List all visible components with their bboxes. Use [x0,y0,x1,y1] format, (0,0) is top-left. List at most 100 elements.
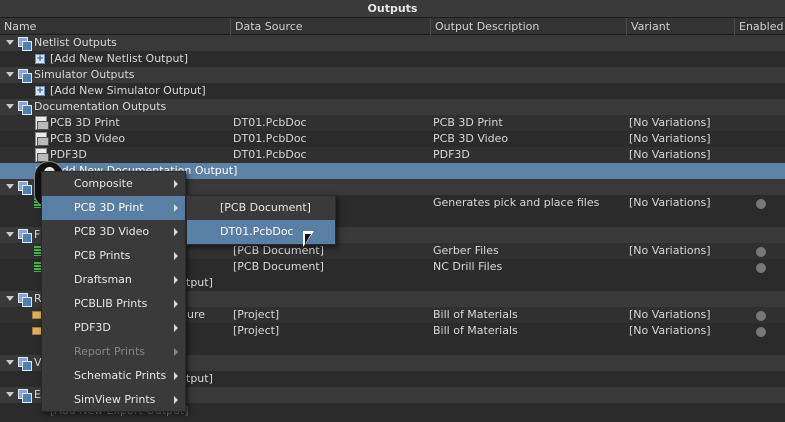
menu-item-label: PCB 3D Video [74,225,150,238]
mouse-pointer-icon [303,231,317,251]
menu-item-pcb-3d-print[interactable]: PCB 3D Print [42,196,185,220]
group-label: Simulator Outputs [34,68,135,81]
data-source-value[interactable]: [Project] [233,307,279,323]
expand-toggle-icon[interactable] [6,183,14,191]
output-group-icon [18,389,32,403]
data-source-value[interactable]: [PCB Document] [233,259,324,275]
group-row-simulator[interactable]: Simulator Outputs [0,67,785,83]
description-value: PCB 3D Video [433,132,509,145]
description-value: Gerber Files [433,244,499,257]
printer-icon [34,132,49,146]
output-row-pcb-3d-print[interactable]: PCB 3D Print DT01.PcbDoc PCB 3D Print [N… [0,115,785,131]
context-menu: Composite PCB 3D Print PCB 3D Video PCB … [41,171,186,412]
menu-item-report-prints: Report Prints [42,340,185,364]
output-name-partial: ure [187,308,206,321]
menu-item-draftsman[interactable]: Draftsman [42,268,185,292]
group-label: Documentation Outputs [34,100,167,113]
description-value: NC Drill Files [433,260,503,273]
expand-toggle-icon[interactable] [6,391,14,399]
enabled-toggle-icon[interactable] [756,311,766,321]
add-output-label: [Add New Netlist Output] [50,52,189,65]
expand-toggle-icon[interactable] [6,359,14,367]
variant-value[interactable]: [No Variations] [629,195,711,211]
output-row-pdf3d[interactable]: PDF3D DT01.PcbDoc PDF3D [No Variations] [0,147,785,163]
data-source-value[interactable]: DT01.PcbDoc [233,131,307,147]
group-row-documentation[interactable]: Documentation Outputs [0,99,785,115]
expand-toggle-icon[interactable] [6,71,14,79]
description-value: PCB 3D Print [433,116,503,129]
submenu-arrow-icon [174,180,178,188]
column-header-row: Name Data Source Output Description Vari… [0,18,785,35]
menu-item-schematic-prints[interactable]: Schematic Prints [42,364,185,388]
variant-value[interactable]: [No Variations] [629,147,711,163]
description-value: Bill of Materials [433,324,518,337]
expand-toggle-icon[interactable] [6,295,14,303]
output-name: PCB 3D Print [50,116,120,129]
expand-toggle-icon[interactable] [6,39,14,47]
group-row-netlist[interactable]: Netlist Outputs [0,35,785,51]
add-output-label-partial: tput] [186,276,213,289]
menu-item-label: Draftsman [74,273,132,286]
variant-value[interactable]: [No Variations] [629,307,711,323]
add-output-row[interactable]: + [Add New Netlist Output] [0,51,785,67]
expand-toggle-icon[interactable] [6,231,14,239]
description-value: Bill of Materials [433,308,518,321]
data-source-value[interactable]: DT01.PcbDoc [233,115,307,131]
output-group-icon [18,229,32,243]
menu-item-simview-prints[interactable]: SimView Prints [42,388,185,412]
menu-item-label: Composite [74,177,133,190]
column-name-header[interactable]: Name [0,18,231,35]
group-label-partial: E [34,388,41,401]
enabled-toggle-icon[interactable] [756,247,766,257]
expand-toggle-icon[interactable] [6,103,14,111]
submenu-arrow-icon [174,348,178,356]
printer-icon [34,116,49,130]
menu-item-label: PDF3D [74,321,111,334]
menu-item-label: SimView Prints [74,393,156,406]
menu-item-label: Schematic Prints [74,369,167,382]
panel-title: Outputs [0,0,785,18]
menu-item-pdf3d[interactable]: PDF3D [42,316,185,340]
submenu-arrow-icon [174,372,178,380]
menu-item-pcblib-prints[interactable]: PCBLIB Prints [42,292,185,316]
data-source-value[interactable]: [Project] [233,323,279,339]
output-group-icon [18,69,32,83]
output-group-icon [18,293,32,307]
add-icon: + [35,54,45,64]
column-variant-header[interactable]: Variant [627,18,735,35]
enabled-toggle-icon[interactable] [756,199,766,209]
menu-item-label: PCB Prints [74,249,131,262]
submenu-arrow-icon [174,396,178,404]
group-label-partial: F [34,228,41,241]
menu-item-composite[interactable]: Composite [42,172,185,196]
enabled-toggle-icon[interactable] [756,263,766,273]
variant-value[interactable]: [No Variations] [629,323,711,339]
variant-value[interactable]: [No Variations] [629,131,711,147]
output-row-pcb-3d-video[interactable]: PCB 3D Video DT01.PcbDoc PCB 3D Video [N… [0,131,785,147]
submenu-arrow-icon [174,276,178,284]
submenu-item-pcb-document[interactable]: [PCB Document] [187,196,335,220]
column-output-description-header[interactable]: Output Description [431,18,627,35]
output-group-icon [18,357,32,371]
menu-item-label: Report Prints [74,345,145,358]
output-group-icon [18,181,32,195]
enabled-toggle-icon[interactable] [756,327,766,337]
menu-item-pcb-prints[interactable]: PCB Prints [42,244,185,268]
column-enabled-header[interactable]: Enabled [735,18,785,35]
submenu-arrow-icon [174,204,178,212]
submenu-arrow-icon [174,300,178,308]
output-name: PDF3D [50,148,87,161]
variant-value[interactable]: [No Variations] [629,115,711,131]
menu-item-label: PCB 3D Print [74,201,144,214]
printer-icon [34,148,49,162]
add-output-label-partial: tput] [186,372,213,385]
menu-item-label: PCBLIB Prints [74,297,148,310]
add-output-label: [Add New Simulator Output] [50,84,206,97]
column-data-source-header[interactable]: Data Source [231,18,431,35]
menu-item-pcb-3d-video[interactable]: PCB 3D Video [42,220,185,244]
output-name: PCB 3D Video [50,132,126,145]
variant-value[interactable]: [No Variations] [629,243,711,259]
data-source-value[interactable]: DT01.PcbDoc [233,147,307,163]
group-label: Netlist Outputs [34,36,117,49]
add-output-row[interactable]: + [Add New Simulator Output] [0,83,785,99]
